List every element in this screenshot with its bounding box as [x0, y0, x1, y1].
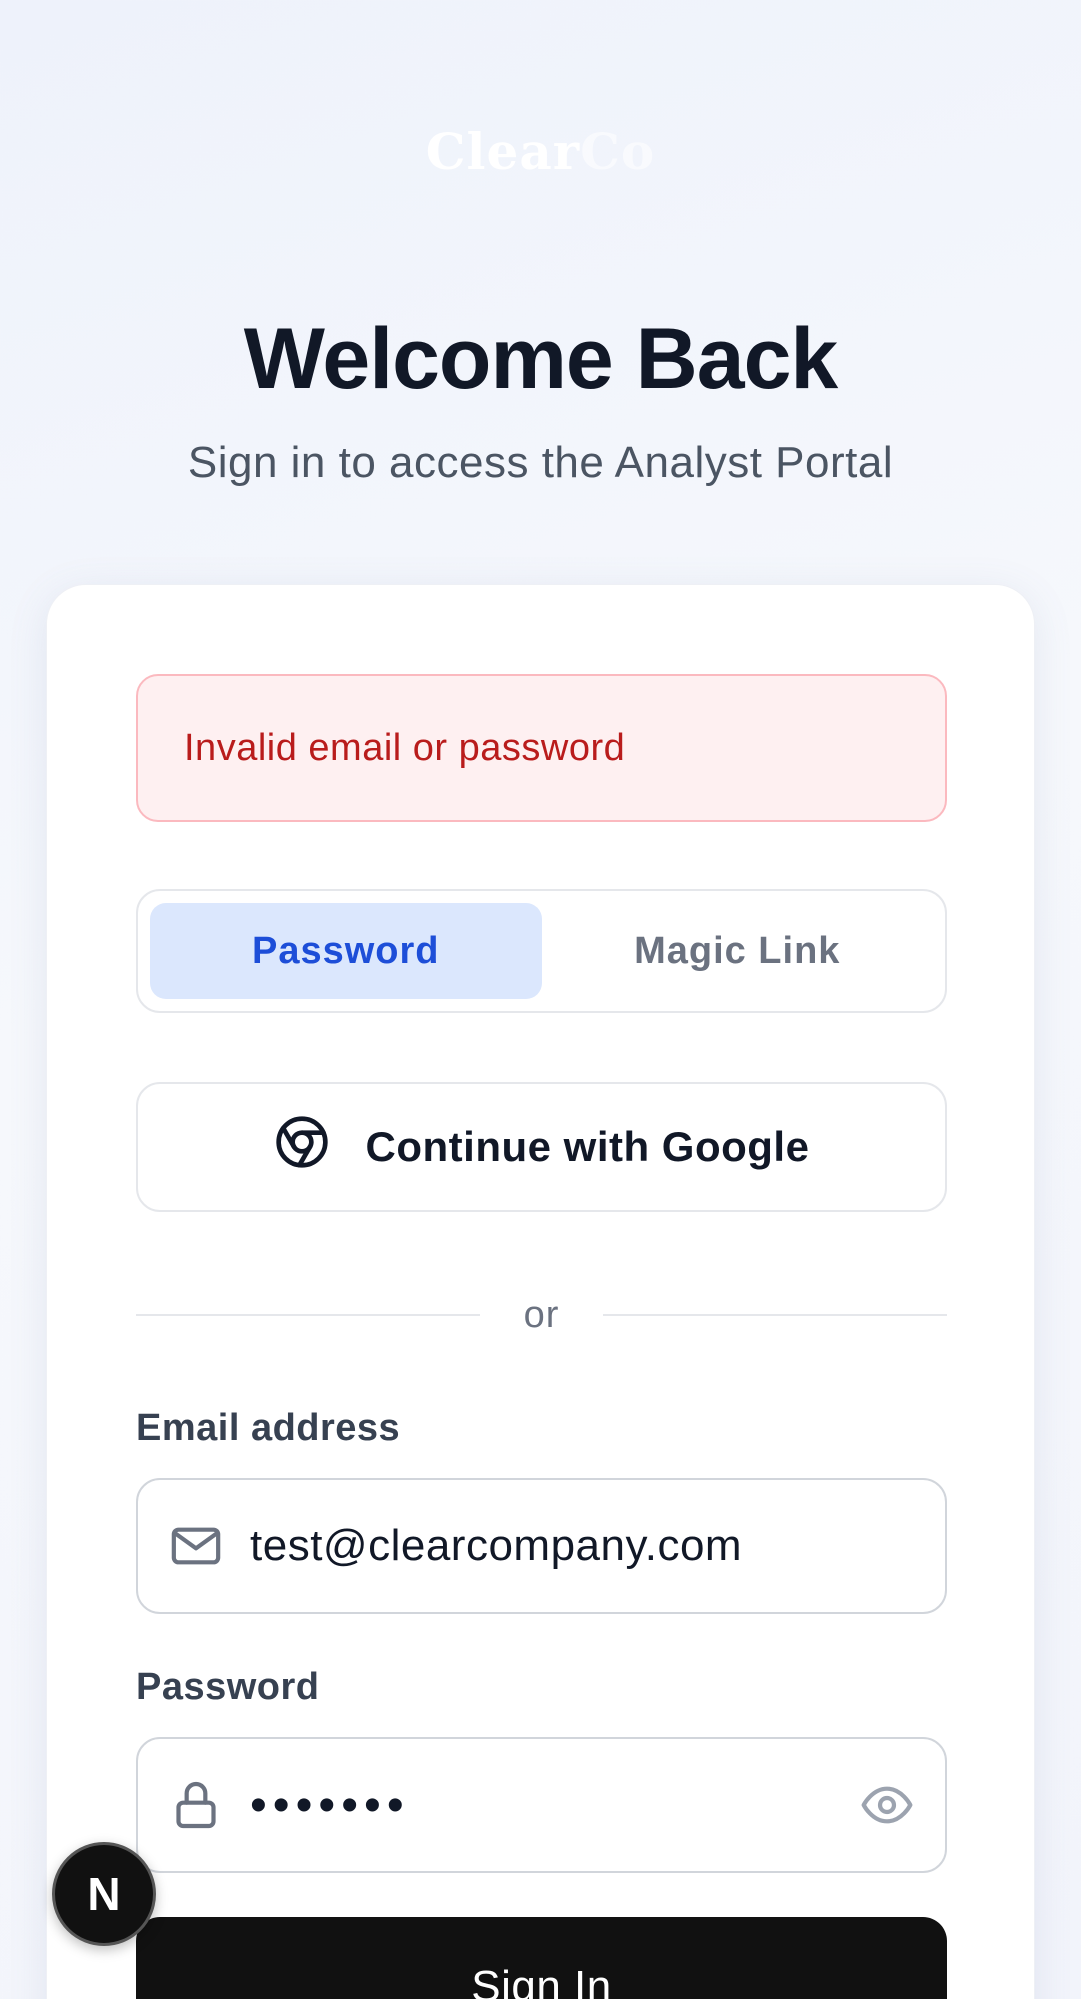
divider-text: or [523, 1293, 560, 1336]
email-value: test@clearcompany.com [250, 1521, 743, 1570]
divider-line-left [136, 1314, 480, 1316]
dev-badge-letter: N [87, 1868, 121, 1920]
lock-icon [168, 1777, 224, 1833]
mail-icon [168, 1518, 224, 1574]
page-title: Welcome Back [243, 311, 839, 407]
continue-with-google-label: Continue with Google [365, 1123, 810, 1170]
dev-tools-badge[interactable]: N [52, 1842, 156, 1946]
auth-method-tabs: Password Magic Link [136, 889, 947, 1013]
sign-in-button[interactable]: Sign In [136, 1917, 947, 1999]
brand-logo-main: Clear [425, 122, 581, 181]
continue-with-google-button[interactable]: Continue with Google [136, 1082, 947, 1212]
brand-logo-suffix: Co [580, 122, 656, 181]
page-subtitle: Sign in to access the Analyst Portal [187, 438, 894, 487]
or-divider: or [136, 1285, 948, 1345]
password-field[interactable]: ••••••• [136, 1737, 947, 1873]
brand-logo: ClearCo [0, 122, 1081, 181]
eye-icon[interactable] [859, 1777, 915, 1833]
email-field[interactable]: test@clearcompany.com [136, 1478, 947, 1614]
tab-password[interactable]: Password [150, 903, 542, 999]
password-label: Password [136, 1666, 320, 1708]
chrome-icon [274, 1114, 330, 1180]
signin-card: Invalid email or password Password Magic… [46, 584, 1035, 1999]
email-label: Email address [136, 1407, 401, 1449]
error-alert-message: Invalid email or password [184, 726, 626, 769]
error-alert: Invalid email or password [136, 674, 947, 822]
sign-in-label: Sign In [471, 1962, 612, 1999]
password-masked-value: ••••••• [250, 1778, 410, 1832]
divider-line-right [603, 1314, 948, 1316]
tab-magic-link[interactable]: Magic Link [542, 903, 934, 999]
